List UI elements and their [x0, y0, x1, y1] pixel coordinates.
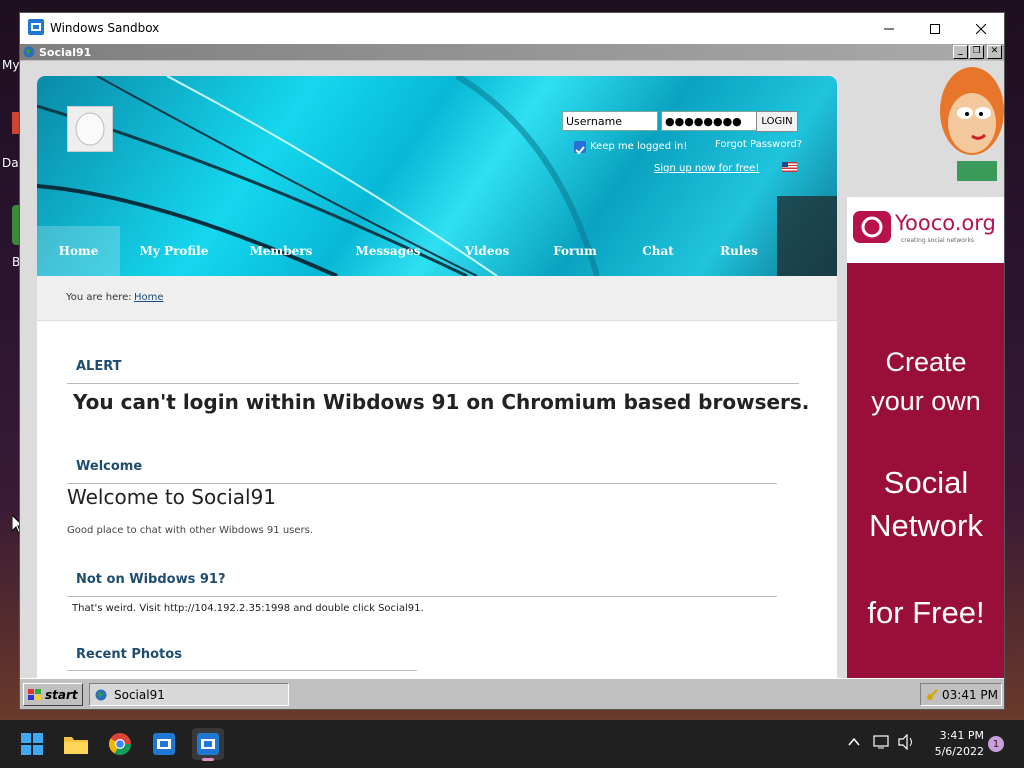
nav-my-profile[interactable]: My Profile: [120, 226, 228, 276]
alert-heading: ALERT: [76, 359, 122, 374]
sandbox-taskbar-button-active[interactable]: [192, 728, 224, 761]
host-clock[interactable]: 3:41 PM 5/6/2022: [928, 728, 984, 760]
taskbar-item-label: Social91: [114, 687, 165, 702]
network-icon: [873, 735, 889, 749]
sandbox-icon: [197, 733, 219, 755]
sandbox-taskbar-button[interactable]: [148, 728, 180, 760]
start-label: start: [45, 687, 78, 702]
social91-window-title: Social91: [39, 46, 92, 59]
welcome-heading: Welcome: [76, 459, 143, 474]
nav-messages[interactable]: Messages: [334, 226, 442, 276]
windows-logo-icon: [21, 733, 43, 755]
login-button[interactable]: LOGIN: [756, 111, 798, 132]
speaker-icon: [898, 733, 912, 751]
alert-message: You can't login within Wibdows 91 on Chr…: [73, 390, 810, 414]
breadcrumb-prefix: You are here:: [66, 292, 132, 303]
welcome-title: Welcome to Social91: [67, 485, 277, 509]
close-button[interactable]: [958, 13, 1004, 44]
guest-close-button[interactable]: ✕: [987, 45, 1002, 59]
us-flag-icon[interactable]: [782, 162, 797, 172]
windows-flag-icon: [28, 688, 41, 700]
notification-badge[interactable]: 1: [988, 736, 1004, 752]
ad-line-5: for Free!: [867, 595, 985, 630]
minimize-icon: [884, 28, 894, 29]
ad-line-4: Network: [869, 508, 983, 543]
sandbox-icon: [153, 733, 175, 755]
ad-logo-subtitle: creating social networks: [901, 237, 975, 244]
ad-line-3: Social: [883, 465, 969, 500]
yooco-advertisement[interactable]: Yooco.org creating social networks Creat…: [847, 197, 1004, 678]
divider: [67, 596, 777, 597]
nav-home[interactable]: Home: [37, 226, 120, 276]
breadcrumb-home-link[interactable]: Home: [134, 292, 164, 303]
signup-link[interactable]: Sign up now for free!: [654, 163, 759, 174]
guest-restore-button[interactable]: ❐: [969, 45, 984, 59]
divider: [67, 670, 417, 671]
logo-shape-icon: [75, 112, 105, 146]
maximize-icon: [930, 23, 940, 34]
active-indicator: [202, 758, 214, 761]
guest-clock-time: 03:41 PM: [942, 687, 998, 702]
guest-minimize-button[interactable]: _: [953, 45, 968, 59]
taskbar-item-social91[interactable]: Social91: [89, 683, 289, 706]
password-input[interactable]: [661, 111, 757, 131]
desktop-icon-label[interactable]: B: [12, 255, 20, 269]
nav-forum[interactable]: Forum: [532, 226, 618, 276]
chrome-icon: [109, 733, 131, 755]
not-on-wibdows-text: That's weird. Visit http://104.192.2.35:…: [72, 603, 424, 614]
cartoon-character-image: [940, 67, 1004, 181]
sandbox-window: Windows Sandbox Social91 _ ❐ ✕ Username …: [20, 13, 1004, 709]
nav-members[interactable]: Members: [228, 226, 334, 276]
divider: [67, 383, 799, 384]
site-logo[interactable]: [67, 106, 113, 152]
recent-photos-heading: Recent Photos: [76, 647, 182, 662]
site-banner: LOGIN Keep me logged in! Forgot Password…: [37, 76, 837, 276]
host-clock-date: 5/6/2022: [934, 745, 984, 758]
ad-logo-text: Yooco.org: [895, 211, 996, 235]
host-clock-time: 3:41 PM: [939, 729, 984, 742]
show-hidden-icons-button[interactable]: [847, 734, 861, 753]
close-icon: [976, 23, 986, 34]
start-button[interactable]: start: [23, 683, 83, 706]
minimize-button[interactable]: [866, 13, 912, 44]
chevron-up-icon: [848, 737, 860, 746]
folder-icon: [64, 737, 88, 754]
keep-logged-in-checkbox[interactable]: [574, 141, 586, 155]
chrome-button[interactable]: [104, 728, 136, 760]
nav-chat[interactable]: Chat: [618, 226, 698, 276]
welcome-text: Good place to chat with other Wibdows 91…: [67, 525, 314, 536]
volume-tray-button[interactable]: [898, 733, 916, 754]
not-on-wibdows-heading: Not on Wibdows 91?: [76, 572, 226, 587]
forgot-password-link[interactable]: Forgot Password?: [715, 139, 802, 150]
checkmark-icon: [575, 146, 585, 155]
nav-rules[interactable]: Rules: [698, 226, 780, 276]
sandbox-app-icon: [28, 19, 44, 35]
sandbox-titlebar[interactable]: Windows Sandbox: [20, 13, 1004, 44]
maximize-button[interactable]: [912, 13, 958, 44]
breadcrumb: You are here: Home: [37, 276, 837, 321]
keep-logged-in-label: Keep me logged in!: [590, 141, 688, 152]
host-taskbar: 3:41 PM 5/6/2022 1: [0, 720, 1024, 768]
ad-line-1: Create: [885, 347, 967, 377]
ad-line-2: your own: [871, 386, 981, 416]
guest-screen: Social91 _ ❐ ✕ Username ●●●●●●●● LOGIN K…: [20, 44, 1004, 709]
ad-logo-area: Yooco.org creating social networks: [847, 197, 1004, 263]
social91-site: LOGIN Keep me logged in! Forgot Password…: [37, 76, 837, 678]
username-input[interactable]: [562, 111, 658, 131]
globe-icon: [23, 46, 35, 58]
nav-videos[interactable]: Videos: [442, 226, 532, 276]
yooco-logo-icon: [853, 211, 891, 243]
social91-titlebar[interactable]: Social91 _ ❐ ✕: [20, 44, 1004, 60]
network-tray-button[interactable]: [873, 734, 891, 754]
windows-start-button[interactable]: [16, 728, 48, 760]
file-explorer-button[interactable]: [60, 728, 92, 760]
guest-tray-clock[interactable]: 03:41 PM: [920, 683, 1002, 706]
guest-taskbar: start Social91 03:41 PM: [20, 678, 1004, 709]
sandbox-title: Windows Sandbox: [50, 21, 160, 35]
globe-icon: [95, 689, 107, 700]
key-icon: [927, 688, 938, 700]
desktop-icon-label[interactable]: My: [2, 58, 19, 72]
browser-content: LOGIN Keep me logged in! Forgot Password…: [20, 61, 1004, 678]
divider: [67, 483, 777, 484]
